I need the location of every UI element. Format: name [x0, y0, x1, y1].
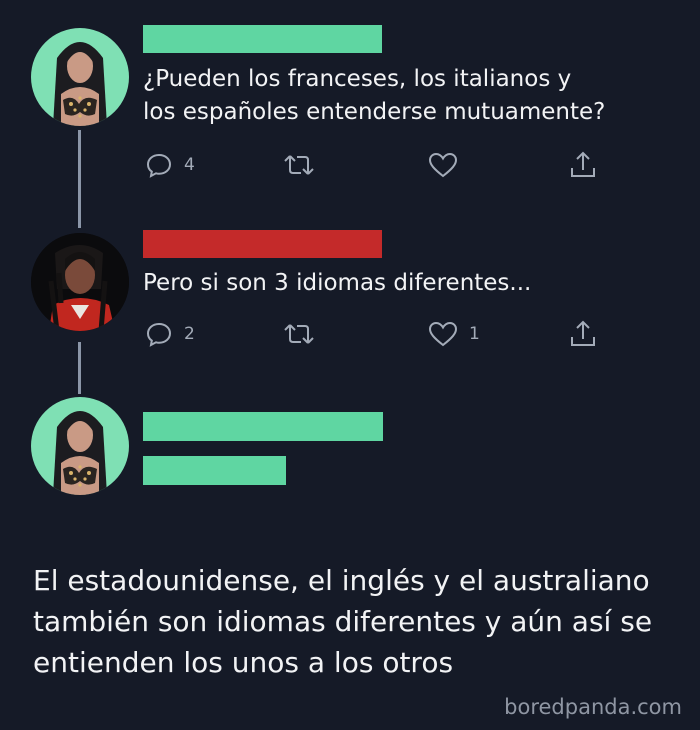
thread-line-1	[78, 130, 81, 228]
retweet-icon	[284, 324, 314, 344]
share-icon	[571, 320, 595, 346]
tweet-actions: 2 1	[143, 317, 613, 351]
watermark: boredpanda.com	[504, 695, 682, 719]
like-count: 1	[469, 324, 480, 344]
like-button[interactable]	[428, 148, 458, 182]
redacted-text	[143, 456, 286, 485]
avatar[interactable]	[31, 397, 129, 495]
reply-button[interactable]: 4	[145, 148, 195, 182]
avatar-portrait-icon	[53, 411, 107, 495]
avatar-portrait-icon	[53, 42, 107, 126]
reply-button[interactable]: 2	[145, 317, 195, 351]
caption-text: El estadounidense, el inglés y el austra…	[33, 564, 653, 679]
tweet-text: Pero si son 3 idiomas diferentes...	[143, 270, 532, 296]
share-button[interactable]	[568, 317, 598, 351]
retweet-icon	[284, 155, 314, 175]
reply-icon	[146, 322, 172, 347]
retweet-button[interactable]	[283, 317, 315, 351]
reply-icon	[146, 153, 172, 178]
avatar-portrait-icon	[31, 233, 129, 331]
thread-line-2	[78, 342, 81, 394]
avatar[interactable]	[31, 233, 129, 331]
redacted-username	[143, 25, 382, 53]
share-button[interactable]	[568, 148, 598, 182]
like-button[interactable]: 1	[428, 317, 480, 351]
like-icon	[428, 321, 458, 347]
redacted-username	[143, 412, 383, 441]
avatar[interactable]	[31, 28, 129, 126]
retweet-button[interactable]	[283, 148, 315, 182]
redacted-username	[143, 230, 382, 258]
share-icon	[571, 151, 595, 177]
like-icon	[428, 152, 458, 178]
tweet-text: ¿Pueden los franceses, los italianos y l…	[143, 66, 606, 125]
tweet-actions: 4	[143, 148, 613, 182]
reply-count: 2	[184, 324, 195, 344]
reply-count: 4	[184, 155, 195, 175]
